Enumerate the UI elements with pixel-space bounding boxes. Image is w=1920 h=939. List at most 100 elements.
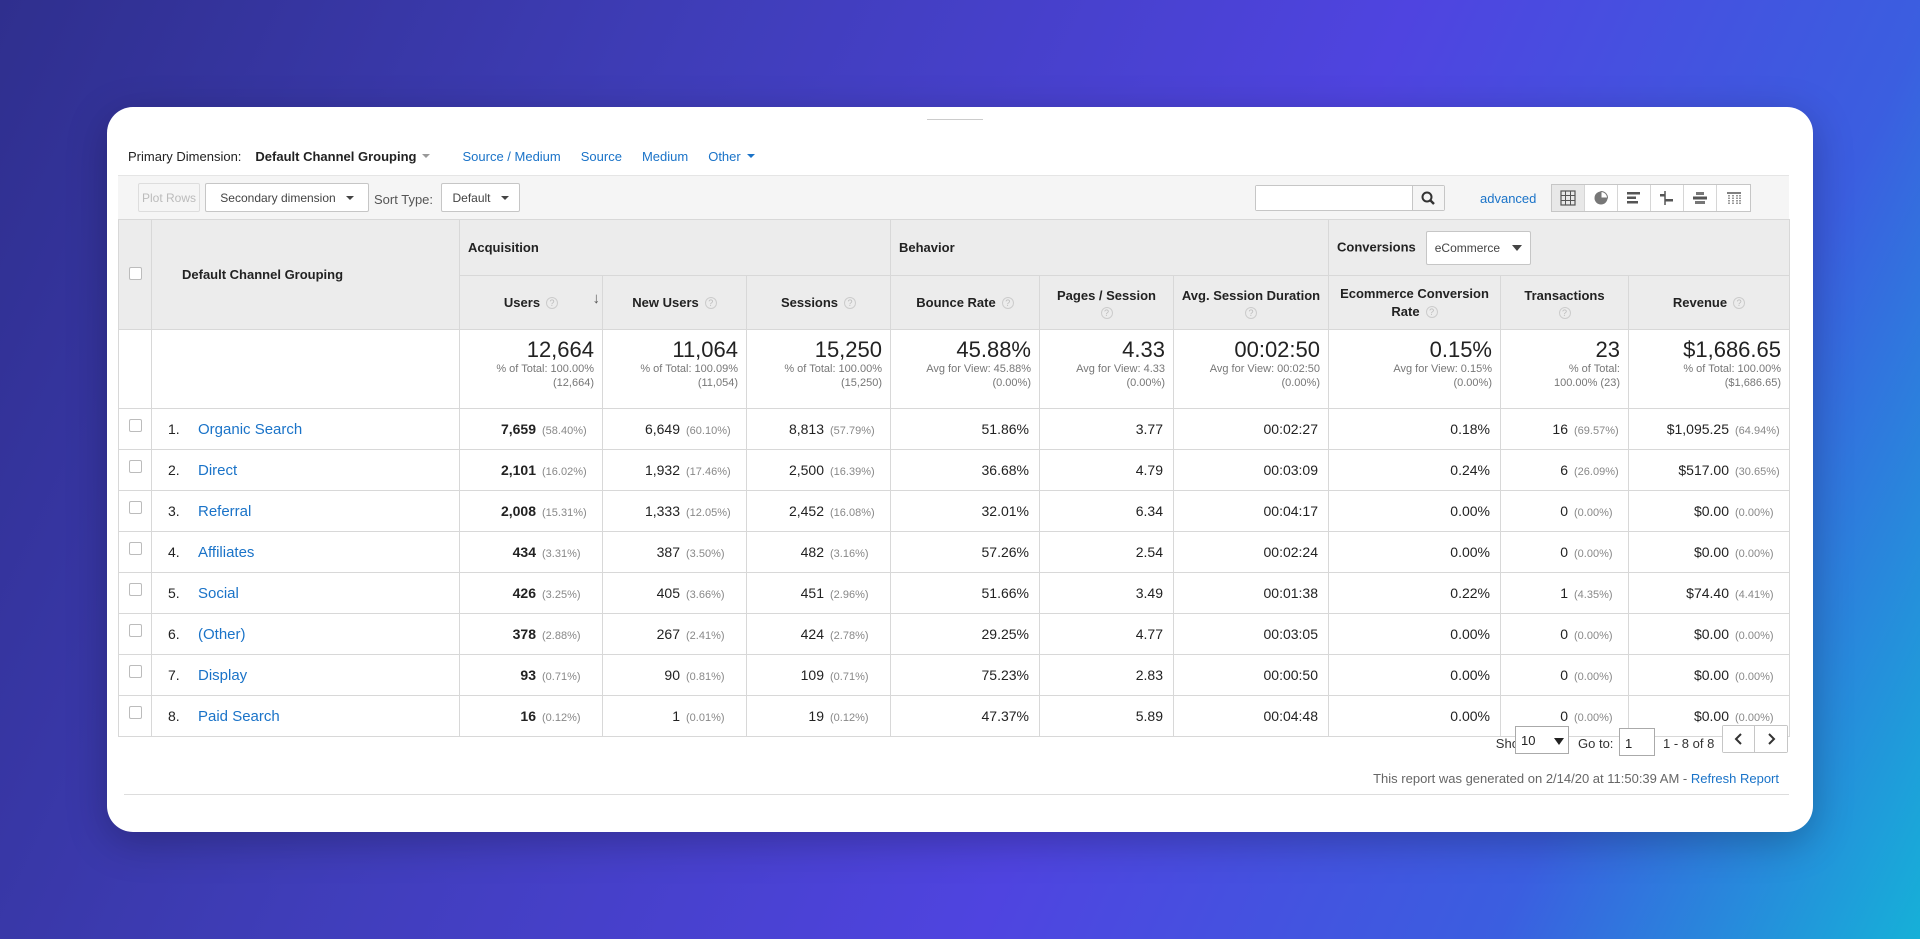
- goto-input[interactable]: 1: [1619, 728, 1655, 756]
- total-note: (0.00%): [1453, 377, 1492, 389]
- row-dimension-cell: 1. Organic Search: [151, 408, 460, 450]
- help-icon[interactable]: ?: [1100, 306, 1113, 319]
- secondary-dimension-dropdown[interactable]: Secondary dimension: [205, 183, 369, 212]
- select-all-checkbox[interactable]: [128, 266, 142, 280]
- channel-link[interactable]: Display: [198, 667, 247, 684]
- dimension-link-source-medium[interactable]: Source / Medium: [462, 149, 560, 164]
- show-rows-select[interactable]: 10: [1515, 726, 1569, 754]
- transactions-value: 0: [1560, 626, 1568, 642]
- col-transactions[interactable]: Transactions?: [1500, 275, 1629, 330]
- help-icon[interactable]: ?: [1425, 306, 1438, 319]
- col-new-users[interactable]: New Users?: [602, 275, 747, 330]
- help-icon[interactable]: ?: [704, 297, 717, 310]
- transactions-percent: (69.57%): [1574, 425, 1619, 437]
- search-input[interactable]: [1256, 186, 1413, 210]
- channel-link[interactable]: Social: [198, 585, 239, 602]
- col-sessions[interactable]: Sessions?: [746, 275, 891, 330]
- revenue-value: $0.00: [1693, 626, 1729, 642]
- transactions-percent: (0.00%): [1574, 630, 1613, 642]
- pie-view-icon[interactable]: [1585, 185, 1618, 211]
- previous-page-button[interactable]: [1723, 726, 1755, 752]
- cell-pages-session: 4.77: [1039, 613, 1174, 655]
- primary-dimension-selected[interactable]: Default Channel Grouping: [255, 149, 431, 164]
- dimension-link-other-label: Other: [708, 148, 741, 164]
- cell-avg-duration: 00:02:27: [1173, 408, 1329, 450]
- help-icon[interactable]: ?: [1001, 297, 1014, 310]
- transactions-value: 16: [1552, 421, 1568, 437]
- cell-ecom-rate: 0.00%: [1328, 654, 1501, 696]
- dimension-header[interactable]: Default Channel Grouping: [151, 219, 460, 330]
- refresh-report-link[interactable]: Refresh Report: [1691, 771, 1779, 786]
- next-page-button[interactable]: [1755, 726, 1787, 752]
- cell-revenue: $0.00 (0.00%): [1628, 654, 1790, 696]
- transactions-percent: (0.00%): [1574, 671, 1613, 683]
- col-users[interactable]: Users? ↓: [459, 275, 603, 330]
- col-avg-session-duration[interactable]: Avg. Session Duration?: [1173, 275, 1329, 330]
- advanced-link[interactable]: advanced: [1480, 191, 1536, 206]
- row-checkbox[interactable]: [128, 542, 142, 555]
- help-icon[interactable]: ?: [1733, 297, 1746, 310]
- table-row: 3. Referral 2,008 (15.31%) 1,333 (12.05%) 2,45…: [118, 490, 1790, 532]
- comparison-view-icon[interactable]: [1651, 185, 1684, 211]
- channel-link[interactable]: Affiliates: [198, 544, 254, 561]
- sort-type-dropdown[interactable]: Default: [441, 183, 520, 212]
- new-users-value: 1,333: [644, 503, 680, 519]
- pagination-buttons: [1722, 725, 1788, 753]
- help-icon[interactable]: ?: [844, 297, 857, 310]
- term-cloud-view-icon[interactable]: [1684, 185, 1717, 211]
- col-ecommerce-conversion-rate[interactable]: Ecommerce Conversion Rate?: [1328, 275, 1501, 330]
- cell-users: 378 (2.88%): [459, 613, 603, 655]
- primary-dimension-label: Primary Dimension:: [128, 148, 242, 164]
- dimension-link-source[interactable]: Source: [581, 149, 622, 164]
- channel-link[interactable]: (Other): [198, 626, 246, 643]
- transactions-value: 6: [1560, 462, 1568, 478]
- row-checkbox[interactable]: [128, 665, 142, 678]
- new-users-value: 267: [656, 626, 680, 642]
- search-button[interactable]: [1412, 186, 1444, 210]
- transactions-value: 0: [1560, 503, 1568, 519]
- table-view-icon[interactable]: [1552, 185, 1585, 211]
- cell-sessions: 2,452 (16.08%): [746, 490, 891, 532]
- row-number: 5.: [168, 584, 180, 601]
- total-note: % of Total:: [1568, 363, 1620, 375]
- dimension-link-other[interactable]: Other: [708, 149, 755, 164]
- cell-transactions: 0 (0.00%): [1500, 613, 1629, 655]
- channel-link[interactable]: Direct: [198, 462, 237, 479]
- table-body: 1. Organic Search 7,659 (58.40%) 6,649 (60.10…: [118, 408, 1790, 737]
- conversions-goal-value: eCommerce: [1434, 240, 1501, 255]
- cell-revenue: $517.00 (30.65%): [1628, 449, 1790, 491]
- cell-revenue: $74.40 (4.41%): [1628, 572, 1790, 614]
- users-value: 93: [520, 667, 536, 683]
- col-revenue[interactable]: Revenue?: [1628, 275, 1790, 330]
- col-transactions-label: Transactions: [1524, 287, 1605, 303]
- help-icon[interactable]: ?: [546, 297, 559, 310]
- col-bounce-rate[interactable]: Bounce Rate?: [890, 275, 1040, 330]
- row-checkbox[interactable]: [128, 624, 142, 637]
- plot-rows-button[interactable]: Plot Rows: [138, 183, 200, 212]
- total-value: 4.33: [1122, 337, 1165, 362]
- cell-transactions: 1 (4.35%): [1500, 572, 1629, 614]
- sort-descending-icon[interactable]: ↓: [593, 290, 601, 308]
- channel-link[interactable]: Referral: [198, 503, 251, 520]
- cell-transactions: 0 (0.00%): [1500, 531, 1629, 573]
- row-checkbox-cell: [118, 531, 152, 573]
- conversions-goal-dropdown[interactable]: eCommerce: [1425, 230, 1532, 265]
- channel-link[interactable]: Organic Search: [198, 421, 302, 438]
- dimension-link-medium[interactable]: Medium: [642, 149, 688, 164]
- row-checkbox[interactable]: [128, 583, 142, 596]
- help-icon[interactable]: ?: [1558, 306, 1571, 319]
- total-note: % of Total: 100.00%: [496, 363, 594, 375]
- col-pages-session[interactable]: Pages / Session?: [1039, 275, 1174, 330]
- performance-view-icon[interactable]: [1618, 185, 1651, 211]
- row-checkbox[interactable]: [128, 460, 142, 473]
- help-icon[interactable]: ?: [1245, 306, 1257, 319]
- total-note: (11,054): [697, 377, 738, 389]
- revenue-percent: (0.00%): [1735, 548, 1774, 560]
- sessions-value: 451: [800, 585, 824, 601]
- row-checkbox[interactable]: [128, 501, 142, 514]
- cell-users: 93 (0.71%): [459, 654, 603, 696]
- row-checkbox[interactable]: [128, 419, 142, 432]
- cell-ecom-rate: 0.18%: [1328, 408, 1501, 450]
- pivot-view-icon[interactable]: [1717, 185, 1750, 211]
- total-note: % of Total: 100.00%: [784, 363, 882, 375]
